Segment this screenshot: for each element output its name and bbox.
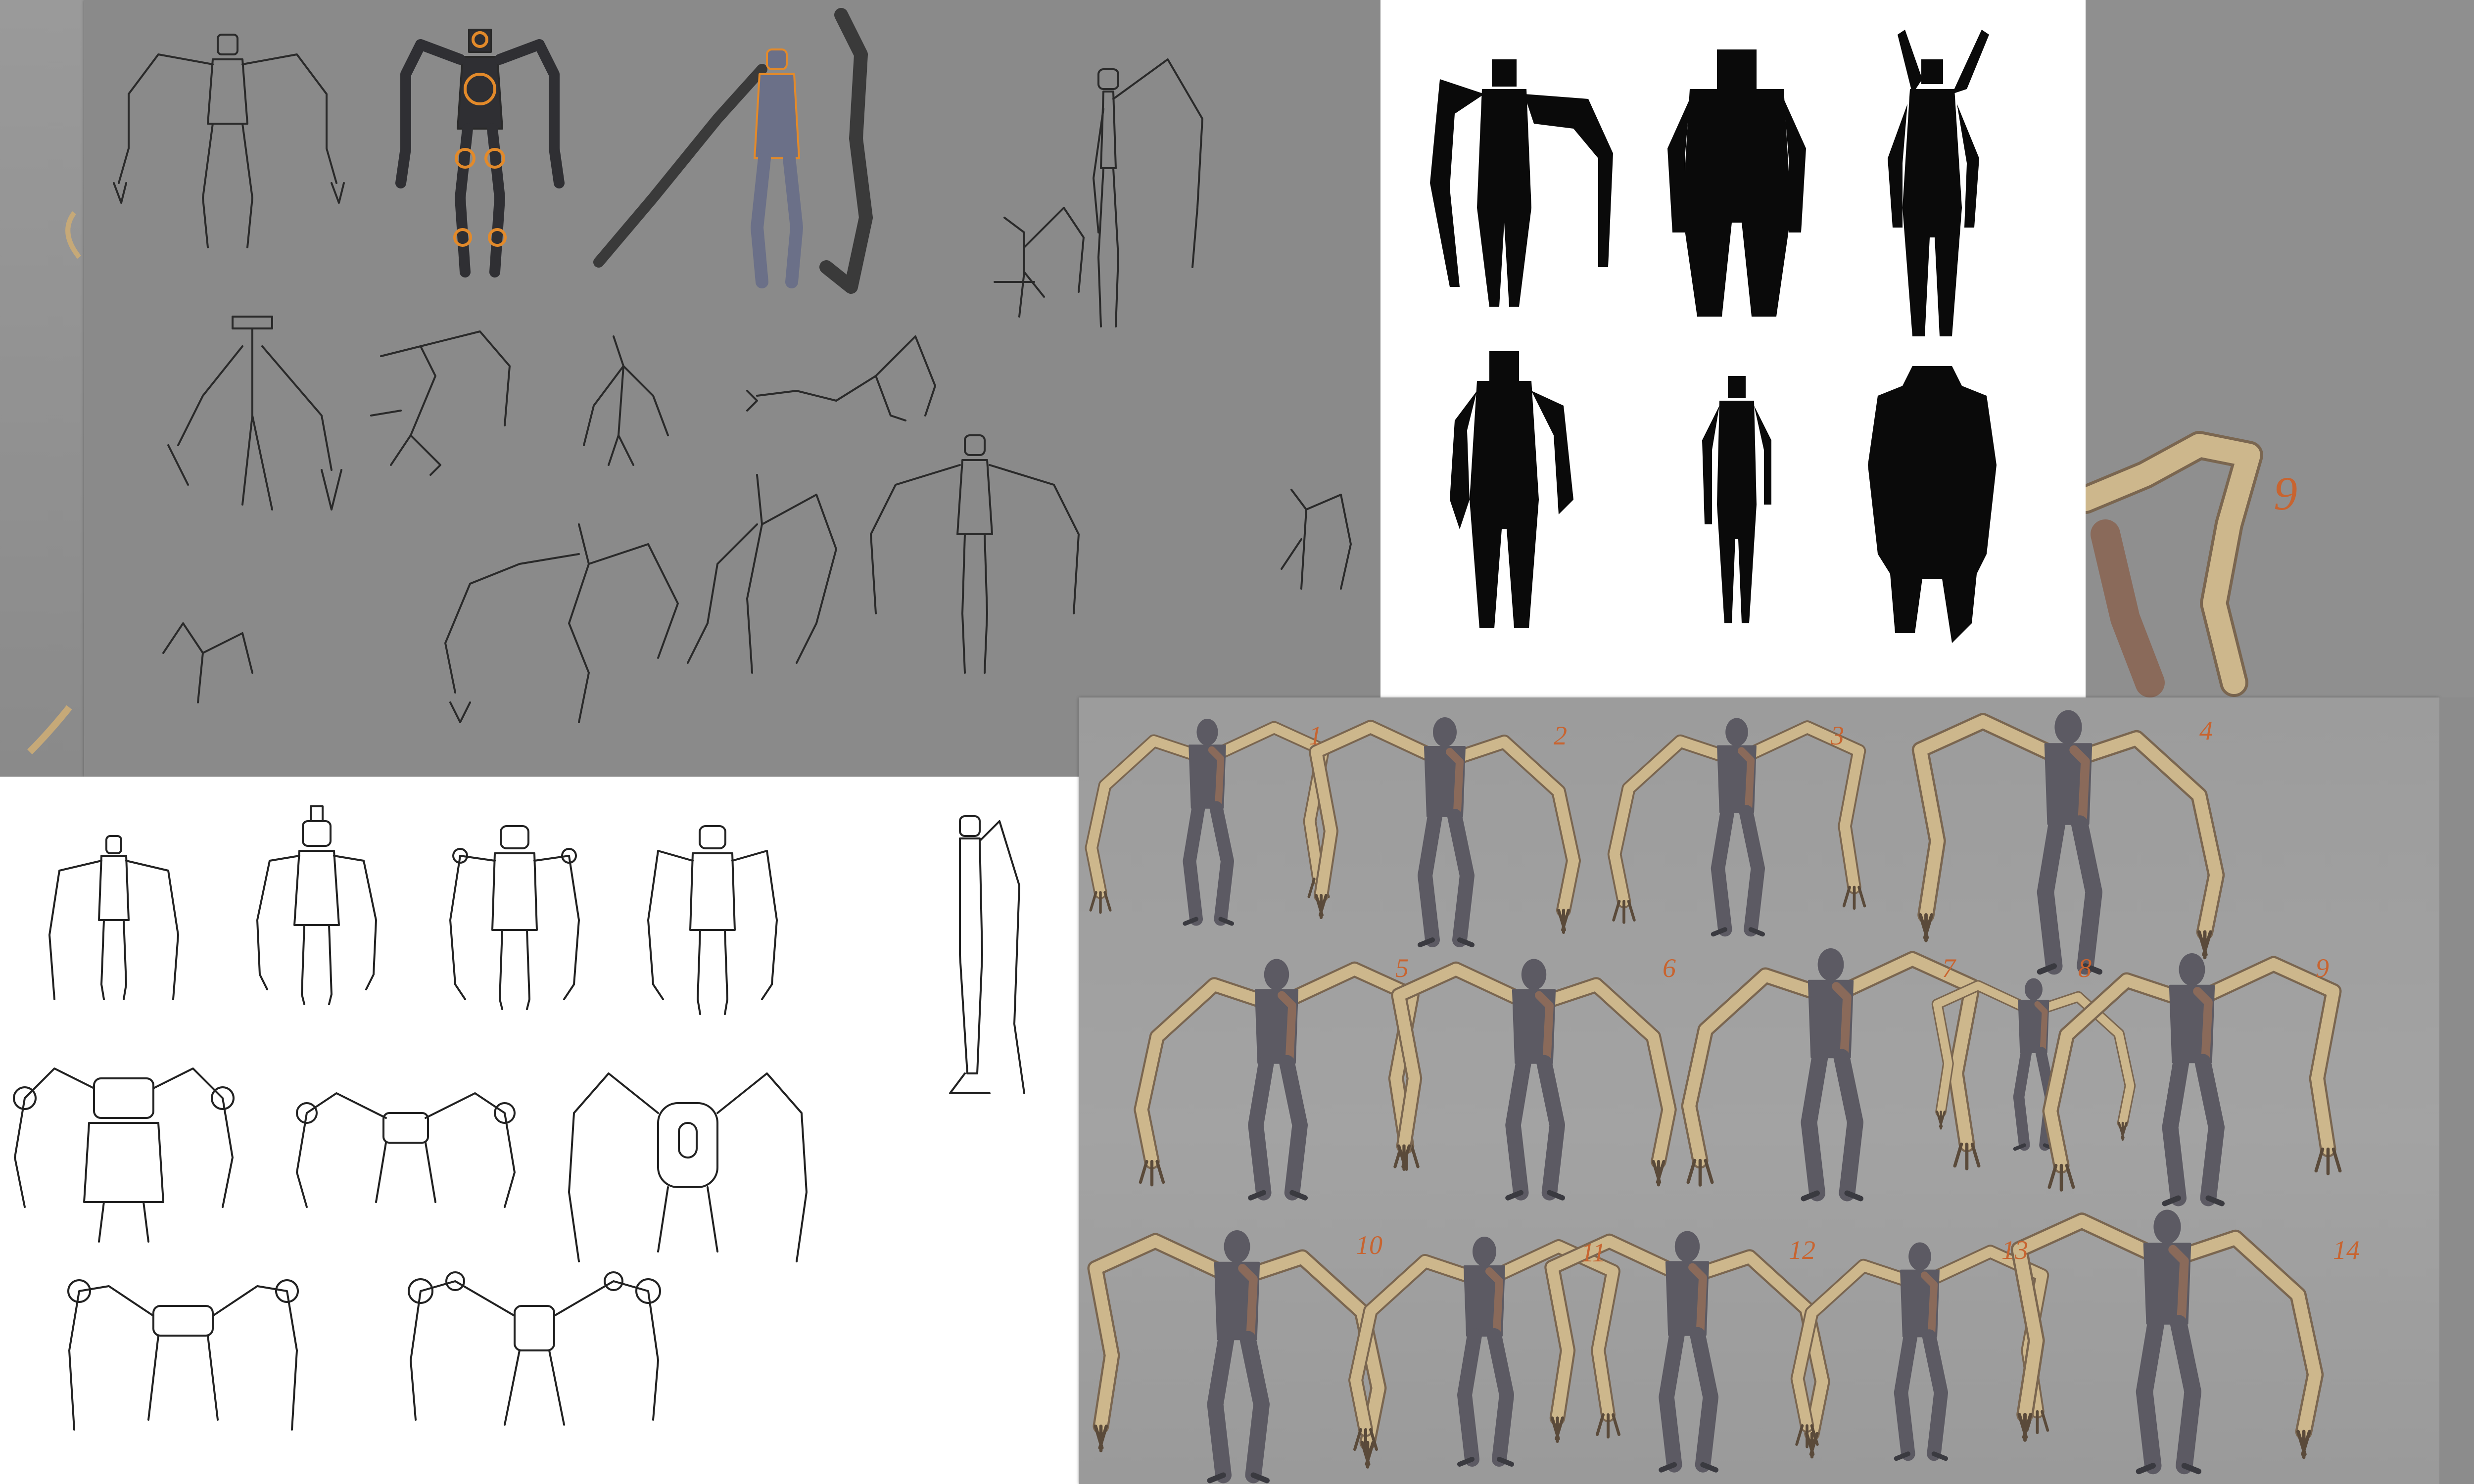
variant-label-12: 12	[1789, 1235, 1815, 1265]
creature-variant-9	[2042, 953, 2342, 1206]
colored-variants-panel: 1 2 3 4 5 6 7 8 9 10 11 12 13 14	[1079, 697, 2439, 1484]
silhouette-2	[1667, 49, 1806, 317]
sketch-small-1	[994, 207, 1085, 318]
lineart-mech-5	[408, 1271, 661, 1426]
silhouette-4	[1450, 351, 1573, 628]
lineart-robot-3	[449, 825, 580, 1010]
variant-label-7: 7	[1942, 953, 1955, 983]
sketch-robot-tall	[1093, 58, 1203, 327]
creature-variant-13	[1790, 1242, 2049, 1461]
sketch-small-3	[162, 622, 253, 703]
creature-variants	[1085, 710, 2342, 1484]
silhouette-5	[1702, 376, 1771, 623]
sketch-small-2	[1281, 489, 1352, 590]
sketch-robot-blue	[593, 8, 873, 294]
lineart-mech-2	[296, 1092, 516, 1208]
sketch-leggy-1	[444, 523, 679, 723]
sketch-lying	[746, 335, 936, 421]
lineart-mech-4	[67, 1279, 299, 1431]
silhouette-1	[1430, 59, 1613, 307]
sketch-crouch-2	[370, 330, 511, 476]
side-label-9: 9	[2274, 467, 2297, 520]
variant-label-13: 13	[2001, 1235, 2028, 1265]
creature-variant-10	[1087, 1230, 1387, 1484]
variant-label-10: 10	[1356, 1230, 1382, 1260]
variant-label-6: 6	[1663, 953, 1676, 983]
background-right-area: 9	[2086, 0, 2474, 697]
sketch-panel-gray	[84, 0, 1380, 777]
variant-label-2: 2	[1554, 721, 1567, 750]
creature-variant-7	[1681, 948, 1981, 1202]
variant-label-4: 4	[2199, 716, 2213, 745]
sketch-robot-1	[113, 34, 345, 248]
lineart-mech-3	[568, 1072, 808, 1262]
lineart-robot-4	[647, 825, 778, 1015]
variant-label-11: 11	[1581, 1238, 1606, 1267]
silhouette-6	[1868, 366, 1997, 643]
sketch-robot-dark	[395, 29, 565, 278]
variant-label-5: 5	[1395, 953, 1409, 983]
creature-variant-4	[1911, 710, 2225, 975]
gray-sketches	[113, 8, 1352, 723]
variant-label-9: 9	[2316, 953, 2329, 983]
silhouettes	[1430, 30, 1997, 643]
variant-label-8: 8	[2078, 953, 2092, 983]
sketch-leggy-2	[687, 474, 837, 674]
variant-label-1: 1	[1309, 721, 1322, 750]
background-bottom-right	[2439, 697, 2474, 1484]
creature-variant-11	[1348, 1237, 1620, 1467]
lineart-panel	[0, 777, 1079, 1484]
variant-label-3: 3	[1831, 721, 1844, 750]
creature-variant-14	[2010, 1209, 2324, 1475]
creature-variant-6	[1391, 959, 1677, 1201]
creature-variant-2	[1309, 717, 1581, 947]
lineart-robots	[13, 805, 1025, 1431]
lineart-robot-1	[48, 835, 179, 1000]
lineart-robot-side	[949, 815, 1025, 1094]
creature-variant-3	[1607, 718, 1866, 937]
creature-variant-5	[1134, 959, 1420, 1201]
sketch-crouch-1	[167, 316, 342, 510]
silhouette-panel	[1380, 0, 2086, 697]
variant-label-14: 14	[2333, 1235, 2360, 1265]
sketch-symmetric	[870, 434, 1080, 674]
sketch-thin-1	[583, 335, 669, 466]
background-left-strip	[0, 0, 89, 777]
lineart-robot-2	[256, 805, 377, 1005]
creature-variant-1	[1085, 719, 1330, 926]
silhouette-3	[1888, 30, 1989, 336]
partial-creature-right	[2086, 431, 2263, 697]
lineart-mech-1	[13, 1067, 235, 1243]
